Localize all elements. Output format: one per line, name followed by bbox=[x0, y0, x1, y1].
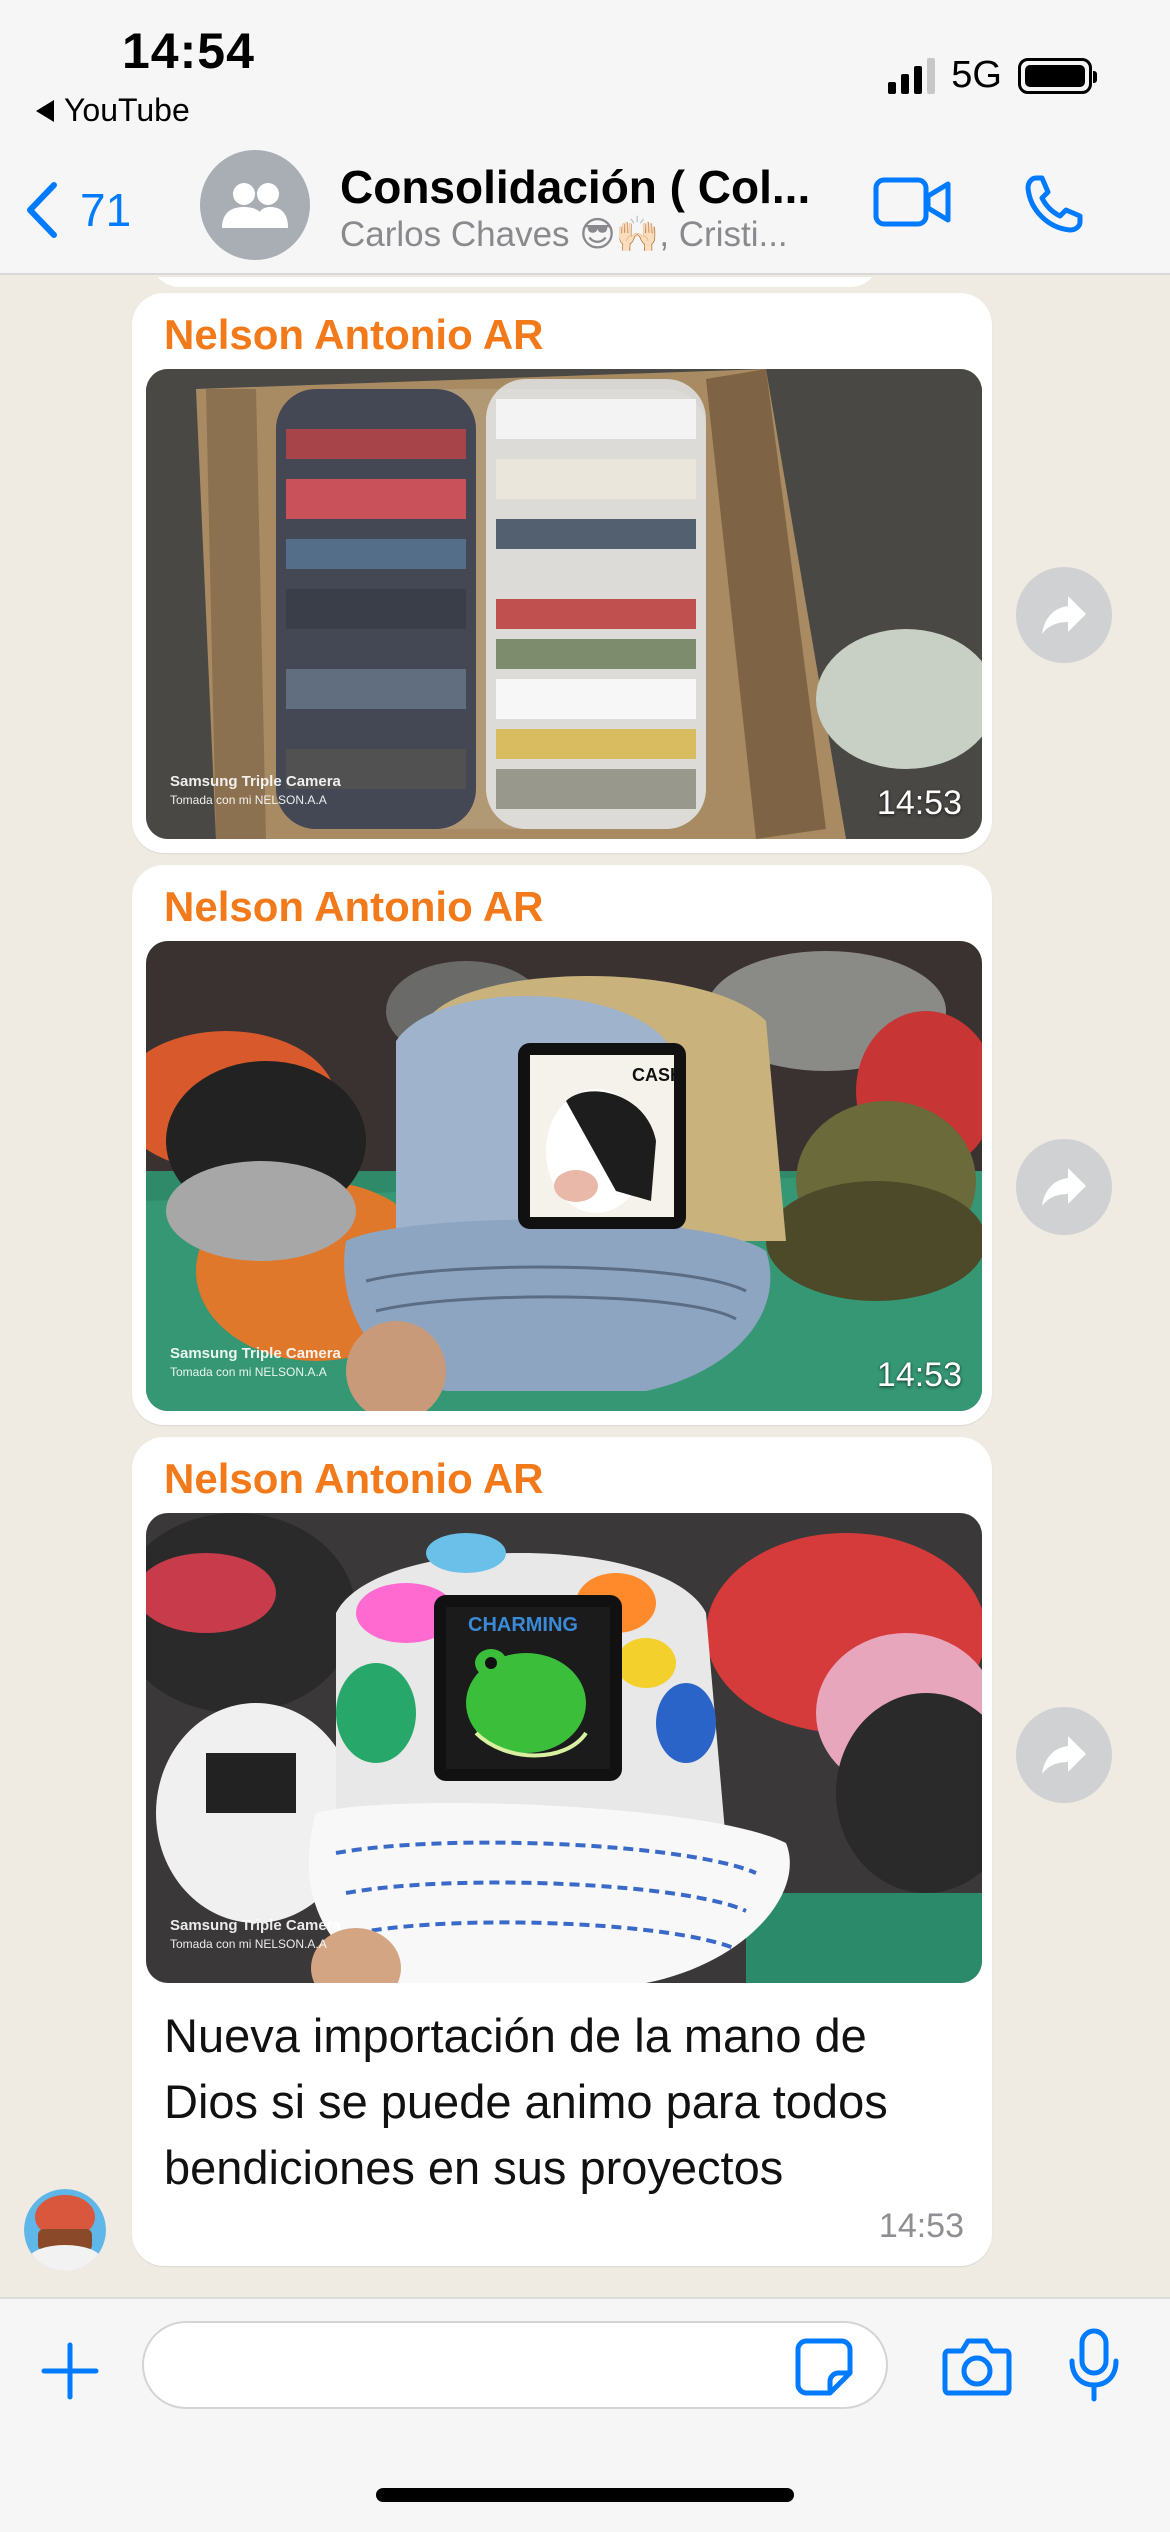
message-time: 14:53 bbox=[878, 2207, 964, 2245]
forward-button[interactable] bbox=[1016, 1707, 1112, 1803]
sender-avatar[interactable] bbox=[24, 2189, 106, 2271]
forward-arrow-icon bbox=[1042, 1168, 1086, 1206]
chevron-left-icon bbox=[27, 182, 57, 238]
camera-icon[interactable] bbox=[942, 2335, 1012, 2397]
frog-patch-cap-image: CHARMING bbox=[146, 1513, 982, 1983]
unread-count: 71 bbox=[80, 184, 132, 236]
photo-watermark: Samsung Triple Camera Tomada con mi NELS… bbox=[170, 1917, 341, 1951]
network-label: 5G bbox=[951, 54, 1002, 96]
back-triangle-icon bbox=[36, 99, 54, 122]
home-indicator[interactable] bbox=[376, 2488, 794, 2502]
photo-watermark: Samsung Triple Camera Tomada con mi NELS… bbox=[170, 1345, 341, 1379]
status-time: 14:54 bbox=[122, 23, 255, 79]
forward-button[interactable] bbox=[1016, 1139, 1112, 1235]
message-sender: Nelson Antonio AR bbox=[164, 883, 544, 930]
message-photo[interactable]: CHARMING Samsung Triple Camera Tomada co… bbox=[146, 1513, 982, 1983]
message-bubble[interactable]: Nelson Antonio AR bbox=[132, 293, 992, 853]
forward-button[interactable] bbox=[1016, 567, 1112, 663]
back-to-app-link[interactable]: YouTube bbox=[36, 92, 190, 129]
message-sender: Nelson Antonio AR bbox=[164, 1455, 544, 1502]
message-bubble[interactable]: Nelson Antonio AR bbox=[132, 865, 992, 1425]
message-input[interactable] bbox=[142, 2321, 888, 2409]
message-time: 14:53 bbox=[876, 1356, 962, 1394]
chat-header: 71 Consolidación ( Col... Carlos Chaves … bbox=[0, 150, 1170, 275]
status-indicators: 5G bbox=[888, 54, 1097, 97]
back-app-label: YouTube bbox=[64, 92, 190, 128]
status-bar: 14:54 YouTube 5G bbox=[0, 0, 1170, 150]
forward-arrow-icon bbox=[1042, 596, 1086, 634]
back-button[interactable]: 71 bbox=[22, 170, 131, 250]
previous-message-bubble bbox=[150, 277, 880, 287]
cow-patch-cap-image: CASH bbox=[146, 941, 982, 1411]
avatar-image bbox=[24, 2189, 106, 2271]
box-of-caps-image bbox=[146, 369, 982, 839]
message-caption: Nueva importación de la mano de Dios si … bbox=[164, 2009, 888, 2194]
message-bubble[interactable]: Nelson Antonio AR bbox=[132, 1437, 992, 2266]
forward-arrow-icon bbox=[1042, 1736, 1086, 1774]
patch-text: CASH bbox=[632, 1065, 683, 1085]
phone-icon[interactable] bbox=[1022, 172, 1086, 236]
battery-icon bbox=[1018, 57, 1097, 94]
chat-participants[interactable]: Carlos Chaves 😎🙌🏻, Cristi... bbox=[340, 214, 840, 255]
photo-watermark: Samsung Triple Camera Tomada con mi NELS… bbox=[170, 773, 341, 807]
message-sender: Nelson Antonio AR bbox=[164, 311, 544, 358]
chat-title[interactable]: Consolidación ( Col... bbox=[340, 160, 840, 214]
message-list[interactable]: Nelson Antonio AR Samsung Triple Camera … bbox=[0, 277, 1170, 2297]
patch-text: CHARMING bbox=[468, 1614, 578, 1636]
message-time: 14:53 bbox=[876, 784, 962, 822]
message-photo[interactable]: Samsung Triple Camera Tomada con mi NELS… bbox=[146, 369, 982, 839]
message-photo[interactable]: CASH Samsung Triple Camera Tomada con mi… bbox=[146, 941, 982, 1411]
video-call-icon[interactable] bbox=[872, 172, 952, 232]
group-avatar[interactable] bbox=[200, 150, 310, 260]
signal-icon bbox=[888, 57, 936, 94]
group-icon bbox=[222, 183, 288, 228]
sticker-icon[interactable] bbox=[794, 2337, 854, 2397]
microphone-icon[interactable] bbox=[1066, 2327, 1122, 2403]
plus-icon[interactable] bbox=[38, 2339, 102, 2403]
